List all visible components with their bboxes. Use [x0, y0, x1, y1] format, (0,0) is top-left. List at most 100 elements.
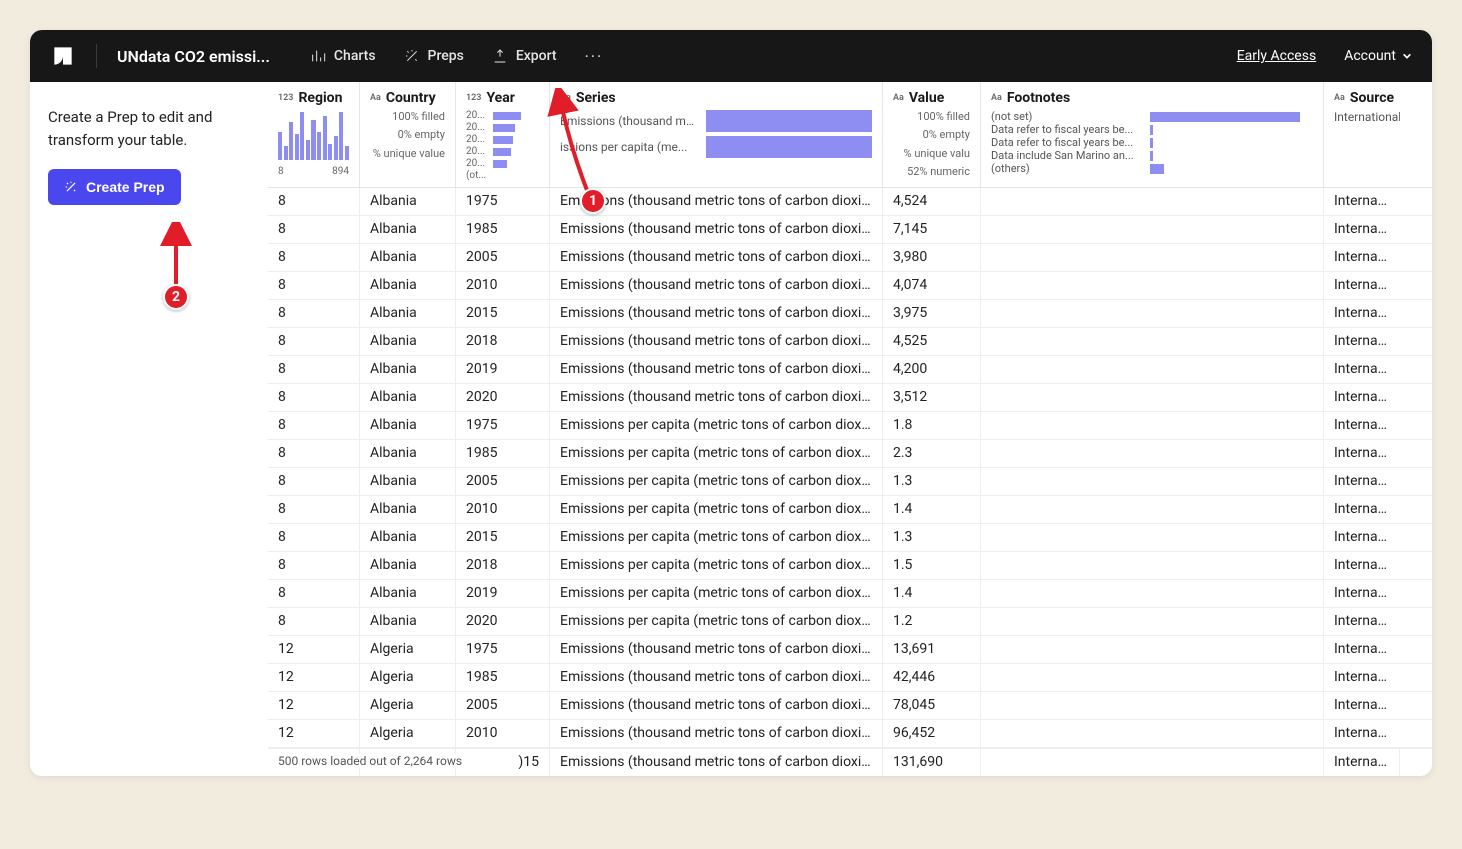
cell-value[interactable]: 1.8 [883, 412, 981, 439]
cell-year[interactable]: 2010 [456, 496, 550, 523]
cell-series[interactable]: Emissions per capita (metric tons of car… [550, 412, 883, 439]
cell-source[interactable]: Internation [1324, 188, 1400, 215]
cell-region[interactable]: 8 [268, 440, 360, 467]
cell-country[interactable]: Algeria [360, 720, 456, 747]
create-prep-button[interactable]: Create Prep [48, 169, 181, 205]
cell-year[interactable]: 2010 [456, 720, 550, 747]
cell-footnotes[interactable] [981, 636, 1324, 663]
cell-footnotes[interactable] [981, 692, 1324, 719]
cell-country[interactable]: Albania [360, 300, 456, 327]
cell-year[interactable]: 2015 [456, 300, 550, 327]
cell-value[interactable]: 4,074 [883, 272, 981, 299]
cell-source[interactable]: Internation [1324, 580, 1400, 607]
cell-footnotes[interactable] [981, 440, 1324, 467]
nav-export[interactable]: Export [492, 48, 557, 64]
cell-country[interactable]: Albania [360, 188, 456, 215]
cell-footnotes[interactable] [981, 328, 1324, 355]
early-access-link[interactable]: Early Access [1237, 48, 1316, 64]
cell-footnotes[interactable] [981, 300, 1324, 327]
cell-series[interactable]: Emissions (thousand metric tons of carbo… [550, 664, 883, 691]
column-header-footnotes[interactable]: Aa Footnotes (not set)Data refer to fisc… [981, 82, 1324, 187]
table-row[interactable]: 8Albania2010Emissions per capita (metric… [268, 496, 1432, 524]
cell-country[interactable]: Albania [360, 272, 456, 299]
cell-country[interactable]: Albania [360, 440, 456, 467]
cell-year[interactable]: 2020 [456, 608, 550, 635]
cell-source[interactable]: Internation [1324, 720, 1400, 747]
cell-value[interactable]: 1.2 [883, 608, 981, 635]
cell-year[interactable]: 2005 [456, 468, 550, 495]
cell-country[interactable]: Algeria [360, 692, 456, 719]
cell-series[interactable]: Emissions (thousand metric tons of carbo… [550, 216, 883, 243]
cell-country[interactable]: Albania [360, 496, 456, 523]
cell-source[interactable]: Internation [1324, 412, 1400, 439]
cell-footnotes[interactable] [981, 496, 1324, 523]
column-header-country[interactable]: Aa Country 100% filled 0% empty % unique… [360, 82, 456, 187]
cell-region[interactable]: 8 [268, 552, 360, 579]
cell-footnotes[interactable] [981, 356, 1324, 383]
table-row[interactable]: 12Algeria1975Emissions (thousand metric … [268, 636, 1432, 664]
table-row[interactable]: 8Albania2005Emissions (thousand metric t… [268, 244, 1432, 272]
cell-region[interactable]: 12 [268, 692, 360, 719]
table-row[interactable]: 8Albania2019Emissions (thousand metric t… [268, 356, 1432, 384]
cell-value[interactable]: 1.5 [883, 552, 981, 579]
cell-source[interactable]: Internation [1324, 216, 1400, 243]
cell-value[interactable]: 4,200 [883, 356, 981, 383]
cell-footnotes[interactable] [981, 468, 1324, 495]
cell-region[interactable]: 8 [268, 608, 360, 635]
cell-source[interactable]: Internation [1324, 664, 1400, 691]
cell-series[interactable]: Emissions per capita (metric tons of car… [550, 580, 883, 607]
account-menu[interactable]: Account [1344, 48, 1412, 64]
cell-country[interactable]: Albania [360, 524, 456, 551]
cell-value[interactable]: 4,525 [883, 328, 981, 355]
cell-series[interactable]: Emissions per capita (metric tons of car… [550, 552, 883, 579]
cell-value[interactable]: 1.3 [883, 524, 981, 551]
cell-source[interactable]: Internation [1324, 328, 1400, 355]
cell-footnotes[interactable] [981, 720, 1324, 747]
cell-region[interactable]: 8 [268, 524, 360, 551]
cell-value[interactable]: 1.4 [883, 496, 981, 523]
cell-country[interactable]: Albania [360, 552, 456, 579]
cell-country[interactable]: Albania [360, 468, 456, 495]
cell-source[interactable]: Internation [1324, 468, 1400, 495]
cell-country[interactable]: Albania [360, 328, 456, 355]
cell-source[interactable]: Internation [1324, 636, 1400, 663]
cell-region[interactable]: 8 [268, 496, 360, 523]
cell-region[interactable]: 8 [268, 272, 360, 299]
column-header-value[interactable]: Aa Value 100% filled 0% empty % unique v… [883, 82, 981, 187]
cell-source[interactable]: Internation [1324, 524, 1400, 551]
table-row[interactable]: 8Albania1975Emissions (thousand metric t… [268, 188, 1432, 216]
table-row[interactable]: 8Albania2010Emissions (thousand metric t… [268, 272, 1432, 300]
cell-year[interactable]: 2015 [456, 524, 550, 551]
table-row[interactable]: 8Albania1985Emissions per capita (metric… [268, 440, 1432, 468]
cell-source[interactable]: Internation [1324, 356, 1400, 383]
cell-country[interactable]: Albania [360, 580, 456, 607]
cell-series[interactable]: Emissions per capita (metric tons of car… [550, 468, 883, 495]
dataset-title[interactable]: UNdata CO2 emissi... [117, 47, 270, 66]
cell-footnotes[interactable] [981, 244, 1324, 271]
cell-country[interactable]: Albania [360, 384, 456, 411]
nav-charts[interactable]: Charts [310, 48, 376, 64]
cell-footnotes[interactable] [981, 412, 1324, 439]
cell-value[interactable]: 1.4 [883, 580, 981, 607]
cell-footnotes[interactable] [981, 216, 1324, 243]
cell-country[interactable]: Albania [360, 216, 456, 243]
cell-year[interactable]: 2018 [456, 328, 550, 355]
cell-region[interactable]: 12 [268, 636, 360, 663]
cell-value[interactable]: 96,452 [883, 720, 981, 747]
cell-value[interactable]: 3,512 [883, 384, 981, 411]
cell-source[interactable]: Internation [1324, 384, 1400, 411]
column-header-region[interactable]: 123 Region 8 894 [268, 82, 360, 187]
cell-region[interactable]: 8 [268, 580, 360, 607]
cell-series[interactable]: Emissions (thousand metric tons of carbo… [550, 636, 883, 663]
cell-source[interactable]: Internation [1324, 300, 1400, 327]
cell-country[interactable]: Algeria [360, 664, 456, 691]
cell-series[interactable]: Emissions (thousand metric tons of carbo… [550, 720, 883, 747]
cell-series[interactable]: Emissions (thousand metric tons of carbo… [550, 272, 883, 299]
cell-region[interactable]: 8 [268, 328, 360, 355]
cell-year[interactable]: 2019 [456, 356, 550, 383]
cell-source[interactable]: Internation [1324, 496, 1400, 523]
cell-year[interactable]: 2010 [456, 272, 550, 299]
cell-region[interactable]: 8 [268, 216, 360, 243]
cell-series[interactable]: Emissions (thousand metric tons of carbo… [550, 356, 883, 383]
cell-series[interactable]: Emissions (thousand metric tons of carbo… [550, 300, 883, 327]
